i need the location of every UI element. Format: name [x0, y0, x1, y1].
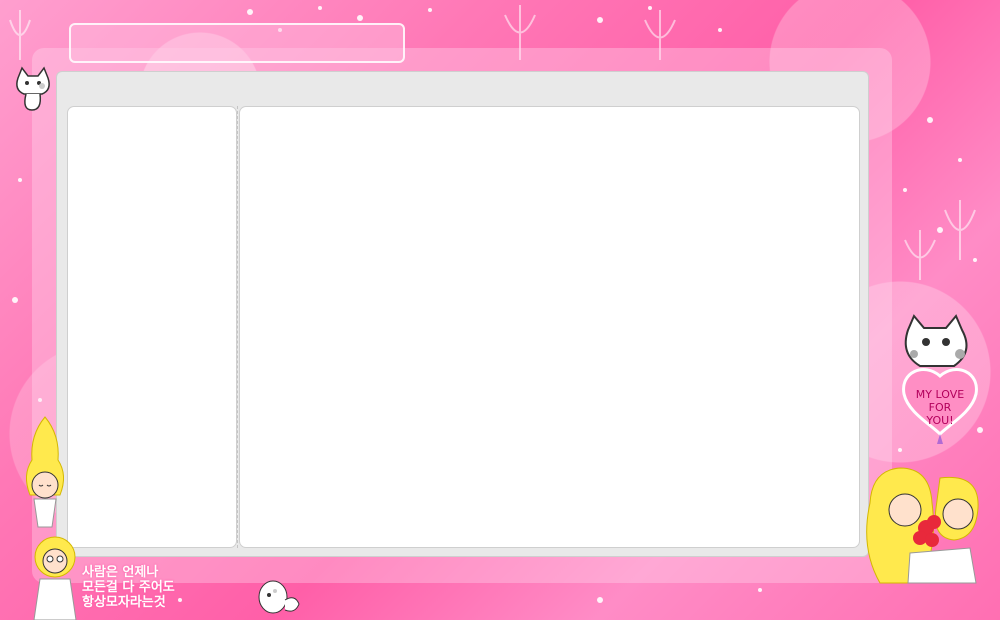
- cat-icon: [16, 66, 50, 111]
- balloon-text-3: YOU!: [925, 414, 953, 427]
- girl-character-icon: [26, 416, 64, 528]
- caption-line-1: 사람은 언제나: [82, 565, 159, 580]
- bunny-icon: [258, 580, 300, 614]
- balloon-text-1: MY LOVE: [916, 388, 964, 401]
- couple-with-bouquet-icon: [866, 467, 979, 584]
- korean-caption: 사람은 언제나 모든걸 다 주어도 항상모자라는것: [82, 565, 175, 610]
- right-pane[interactable]: [239, 106, 860, 548]
- caption-line-3: 항상모자라는것: [82, 595, 166, 610]
- grandma-character-icon: [33, 536, 77, 620]
- title-box: [69, 23, 405, 63]
- content-panel: [56, 71, 869, 557]
- panel-inner: [67, 106, 860, 548]
- caption-line-2: 모든걸 다 주어도: [82, 580, 175, 595]
- cat-with-heart-balloon-icon: MY LOVE FOR YOU!: [902, 314, 978, 444]
- balloon-text-2: FOR: [929, 401, 952, 414]
- left-pane[interactable]: [67, 106, 237, 548]
